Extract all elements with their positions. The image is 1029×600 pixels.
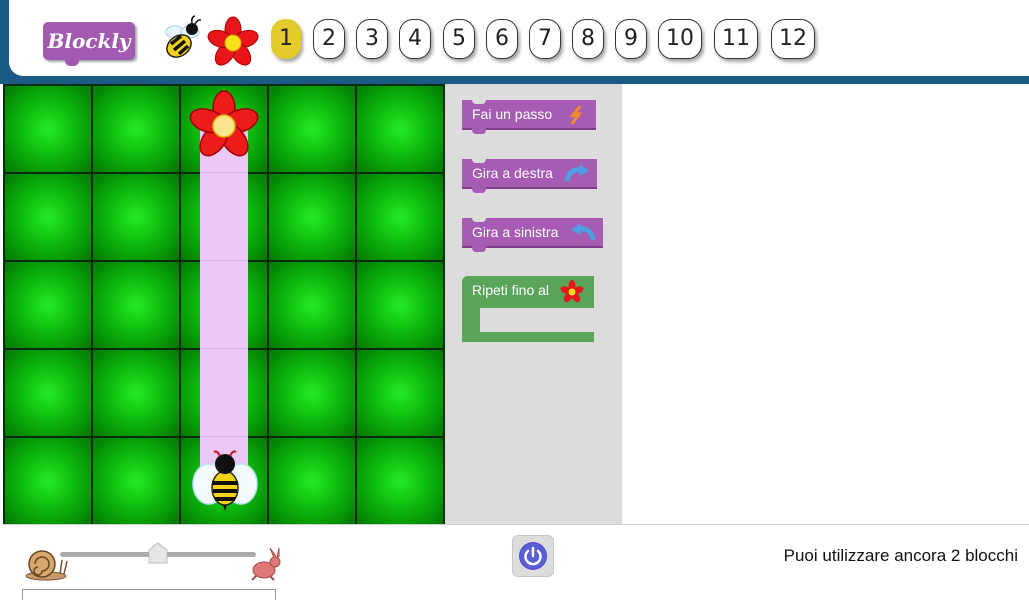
block-turn-left[interactable]: Gira a sinistra (462, 218, 603, 252)
blockly-logo[interactable]: Blockly (43, 22, 135, 66)
rabbit-icon (251, 547, 281, 581)
maze-tile (5, 174, 91, 260)
block-label: Fai un passo (472, 106, 553, 122)
maze-tile (269, 262, 355, 348)
power-icon (519, 542, 547, 570)
maze-tile (5, 86, 91, 172)
maze-tile (357, 174, 443, 260)
repeat-block-footer (462, 332, 594, 342)
block-label: Ripeti fino al (472, 282, 550, 298)
maze-tile (5, 350, 91, 436)
flower-icon (560, 280, 584, 303)
repeat-block-header: Ripeti fino al (462, 276, 594, 308)
block-turn-right[interactable]: Gira a destra (462, 159, 597, 193)
level-button-11[interactable]: 11 (714, 19, 758, 59)
level-button-4[interactable]: 4 (399, 19, 431, 59)
move-forward-icon (570, 105, 582, 125)
header-panel: Blockly 1 2 3 4 5 6 7 8 9 10 11 12 (9, 0, 1029, 76)
level-button-10[interactable]: 10 (658, 19, 702, 59)
level-button-8[interactable]: 8 (572, 19, 604, 59)
speed-slider-handle[interactable] (148, 542, 168, 564)
maze-tile (357, 262, 443, 348)
maze-tile (5, 438, 91, 524)
level-button-7[interactable]: 7 (529, 19, 561, 59)
maze-tile (357, 350, 443, 436)
maze-path (200, 120, 248, 470)
level-button-3[interactable]: 3 (356, 19, 388, 59)
maze-tile (93, 350, 179, 436)
maze-tile (93, 174, 179, 260)
maze-tile (93, 86, 179, 172)
block-label: Gira a destra (472, 165, 553, 181)
player-bee-icon (192, 450, 258, 511)
maze-tile (357, 438, 443, 524)
maze-tile (5, 262, 91, 348)
block-repeat-until[interactable]: Ripeti fino al (462, 276, 594, 342)
level-button-1[interactable]: 1 (271, 19, 301, 59)
level-button-12[interactable]: 12 (771, 19, 815, 59)
maze-tile (269, 174, 355, 260)
maze-tile (93, 262, 179, 348)
code-workspace[interactable] (622, 84, 1029, 524)
level-button-9[interactable]: 9 (615, 19, 647, 59)
maze-tile (357, 86, 443, 172)
maze-tile (269, 86, 355, 172)
run-button[interactable] (512, 535, 554, 577)
turn-left-icon (571, 223, 596, 241)
level-button-2[interactable]: 2 (313, 19, 345, 59)
blocks-remaining-text: Puoi utilizzare ancora 2 blocchi (783, 546, 1018, 565)
maze-tile (269, 350, 355, 436)
goal-flower-icon (189, 90, 259, 157)
block-move-forward[interactable]: Fai un passo (462, 100, 596, 134)
divider (3, 524, 1029, 525)
flower-icon (207, 16, 259, 66)
block-label: Gira a sinistra (472, 224, 559, 240)
header-bar: Blockly 1 2 3 4 5 6 7 8 9 10 11 12 (0, 0, 1029, 84)
level-button-5[interactable]: 5 (443, 19, 475, 59)
level-button-6[interactable]: 6 (486, 19, 518, 59)
maze-tile (269, 438, 355, 524)
maze-tile (93, 438, 179, 524)
turn-right-icon (564, 164, 589, 182)
bee-icon (165, 15, 202, 58)
maze-grid (3, 84, 445, 525)
